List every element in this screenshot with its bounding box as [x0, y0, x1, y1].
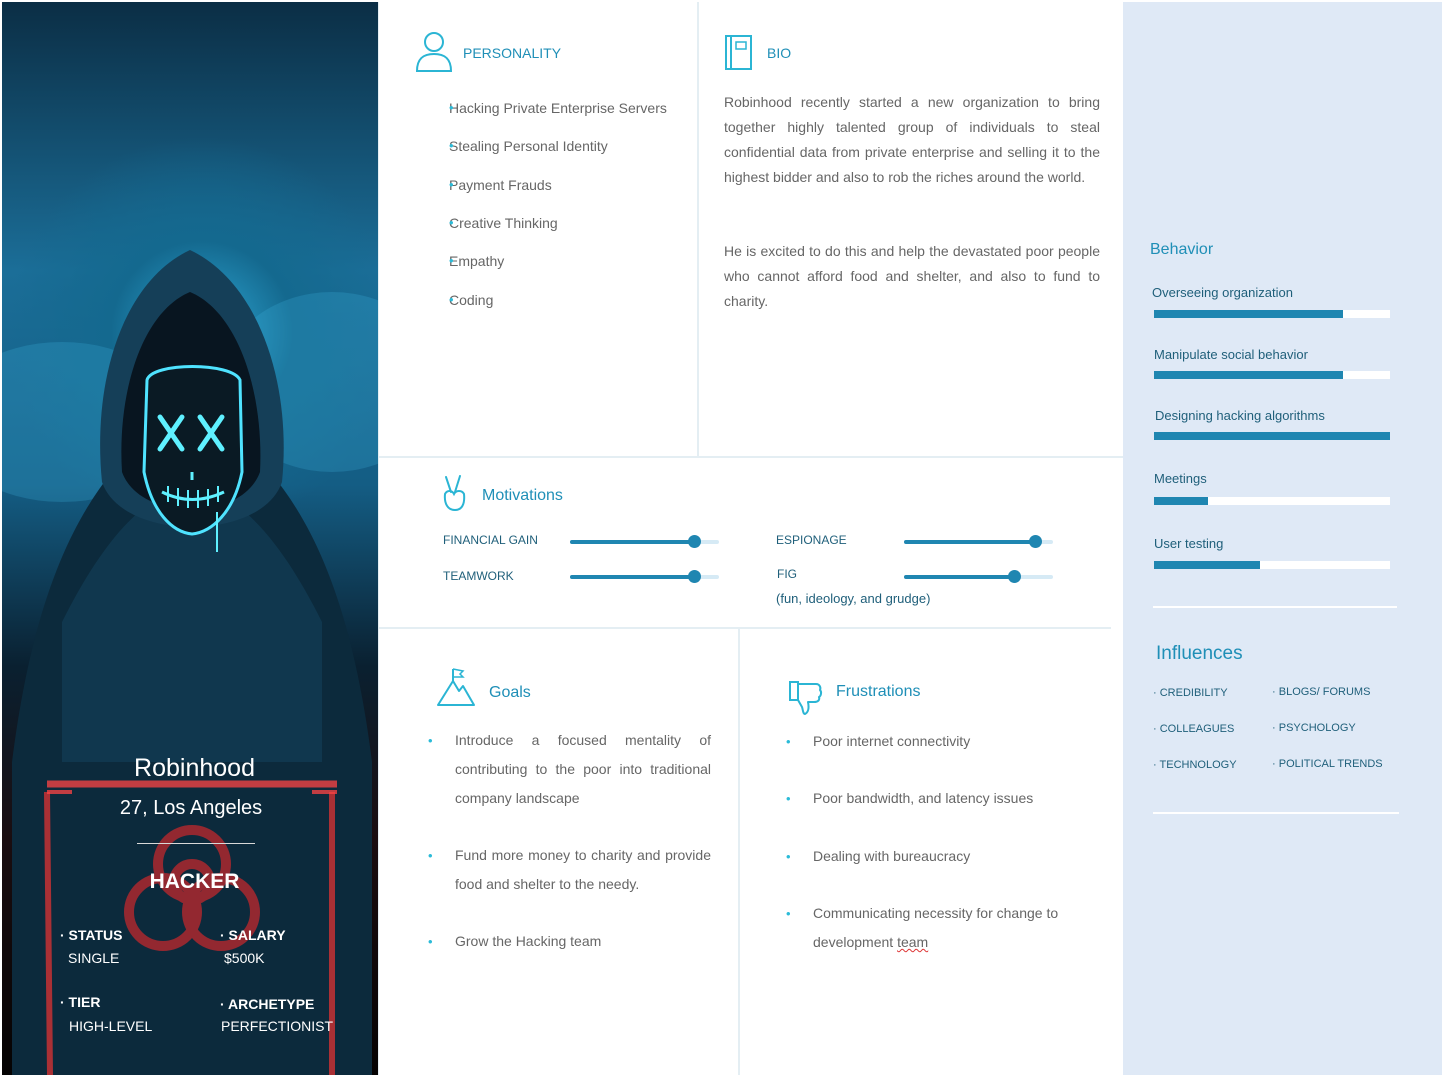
- book-icon: [725, 35, 752, 70]
- stat-archetype-label: · ARCHETYPE: [220, 996, 315, 1012]
- list-item: Coding: [422, 292, 692, 330]
- motivation-slider-espionage: [904, 535, 1053, 548]
- frustration-item-1: Poor internet connectivity: [813, 733, 971, 749]
- person-icon: [415, 32, 453, 72]
- bar-fill: [1154, 561, 1261, 569]
- behavior-label-meetings: Meetings: [1154, 471, 1207, 486]
- behavior-bar-designing: [1154, 432, 1390, 440]
- behavior-label-user-testing: User testing: [1154, 536, 1224, 551]
- slider-fill: [904, 540, 1036, 544]
- goals-title: Goals: [489, 684, 531, 701]
- bullet-dot: •: [786, 906, 791, 921]
- behavior-label-overseeing: Overseeing organization: [1152, 285, 1293, 300]
- bio-paragraph-1: Robinhood recently started a new organiz…: [724, 94, 1100, 185]
- motivations-title: Motivations: [482, 487, 563, 504]
- bullet-dot: •: [786, 849, 791, 864]
- bar-fill: [1154, 432, 1390, 440]
- slider-fill: [570, 575, 694, 579]
- personality-list: Hacking Private Enterprise Servers Steal…: [422, 100, 692, 330]
- bio-title: BIO: [767, 45, 792, 61]
- bullet-dot: •: [428, 934, 433, 949]
- behavior-label-designing: Designing hacking algorithms: [1155, 408, 1325, 423]
- divider-hero-edge: [378, 2, 379, 1075]
- bullet-dot: •: [786, 791, 791, 806]
- divider-motivations-bottom: [378, 627, 1111, 629]
- bar-fill: [1154, 371, 1343, 379]
- motivation-slider-teamwork: [570, 570, 719, 583]
- slider-knob: [687, 570, 701, 583]
- list-item: Empathy: [422, 253, 692, 292]
- stat-status-label: · STATUS: [60, 927, 123, 943]
- bar-fill: [1154, 310, 1343, 318]
- list-item: Hacking Private Enterprise Servers: [422, 100, 692, 138]
- influence-item: · TECHNOLOGY: [1153, 759, 1237, 771]
- mountain-flag-icon: [437, 668, 475, 706]
- divider-top-motivations: [378, 456, 1123, 458]
- influences-title: Influences: [1156, 643, 1243, 664]
- goal-item-3: Grow the Hacking team: [455, 933, 602, 949]
- bar-fill: [1154, 497, 1209, 505]
- motivation-label-financial-gain: FINANCIAL GAIN: [443, 533, 538, 547]
- influence-item: · CREDIBILITY: [1153, 687, 1228, 699]
- list-item: Payment Frauds: [422, 177, 692, 215]
- list-item: Creative Thinking: [422, 215, 692, 253]
- slider-fill: [904, 575, 1015, 579]
- peace-hand-icon: [443, 475, 466, 512]
- motivation-label-teamwork: TEAMWORK: [443, 569, 514, 583]
- personality-title: PERSONALITY: [463, 45, 562, 61]
- influence-item: · POLITICAL TRENDS: [1272, 758, 1383, 770]
- bio-paragraph-2: He is excited to do this and help the de…: [724, 243, 1100, 309]
- motivation-fig-note: (fun, ideology, and grudge): [776, 591, 931, 606]
- motivation-slider-financial-gain: [570, 535, 719, 548]
- persona-age-location: 27, Los Angeles: [119, 797, 263, 819]
- persona-role: HACKER: [149, 870, 240, 893]
- stat-tier-label: · TIER: [60, 994, 101, 1010]
- slider-fill: [570, 540, 694, 544]
- frustration-item-4: Communicating necessity for change to de…: [813, 905, 1059, 950]
- behavior-influences-sidebar: Behavior Overseeing organization Manipul…: [1123, 2, 1442, 1075]
- bullet-dot: •: [428, 733, 433, 748]
- divider-personality-bio: [697, 2, 699, 457]
- stat-archetype-value: PERFECTIONIST: [221, 1018, 334, 1034]
- stat-salary-value: $500K: [224, 950, 265, 966]
- stat-tier-value: HIGH-LEVEL: [69, 1018, 153, 1034]
- hero-divider: [137, 843, 255, 844]
- bullet-dot: •: [428, 848, 433, 863]
- influence-item: · COLLEAGUES: [1153, 723, 1235, 735]
- slider-knob: [1029, 535, 1043, 548]
- goal-item-2: Fund more money to charity and provide f…: [455, 847, 711, 892]
- influence-item: · BLOGS/ FORUMS: [1272, 686, 1371, 698]
- behavior-bar-meetings: [1154, 497, 1390, 505]
- slider-knob: [687, 535, 701, 548]
- behavior-bar-overseeing: [1154, 310, 1390, 318]
- goal-item-1: Introduce a focused mentality of contrib…: [455, 732, 711, 806]
- frustration-item-2: Poor bandwidth, and latency issues: [813, 790, 1034, 806]
- stat-status-value: SINGLE: [68, 950, 120, 966]
- motivation-label-espionage: ESPIONAGE: [776, 533, 847, 547]
- profile-hero-panel: Robinhood 27, Los Angeles HACKER · STATU…: [2, 2, 378, 1075]
- behavior-bar-user-testing: [1154, 561, 1390, 569]
- motivation-label-fig: FIG: [777, 567, 797, 581]
- thumbs-down-icon: [789, 681, 823, 715]
- spellcheck-mark: team: [897, 934, 929, 950]
- stat-salary-label: · SALARY: [220, 927, 286, 943]
- sidebar-divider: [1153, 812, 1399, 814]
- list-item: Stealing Personal Identity: [422, 138, 692, 177]
- bullet-dot: •: [786, 734, 791, 749]
- frustrations-title: Frustrations: [836, 683, 921, 700]
- frustration-item-3: Dealing with bureaucracy: [813, 848, 971, 864]
- influence-item: · PSYCHOLOGY: [1272, 722, 1356, 734]
- behavior-label-manipulate: Manipulate social behavior: [1154, 347, 1308, 362]
- behavior-title: Behavior: [1150, 241, 1214, 258]
- behavior-bar-manipulate: [1154, 371, 1390, 379]
- motivation-slider-fig: [904, 570, 1053, 583]
- sidebar-divider: [1153, 606, 1397, 608]
- hacker-mask-illustration: [2, 250, 378, 1075]
- persona-name: Robinhood: [134, 754, 255, 782]
- divider-goals-frustrations: [738, 628, 740, 1075]
- slider-knob: [1008, 570, 1022, 583]
